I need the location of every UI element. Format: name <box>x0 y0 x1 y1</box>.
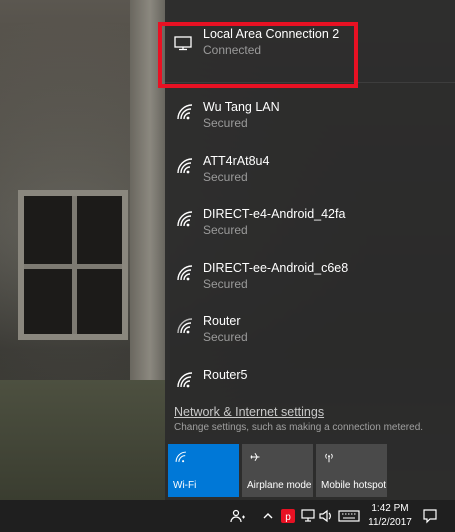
wifi-icon <box>177 318 193 334</box>
network-item-ethernet[interactable]: Local Area Connection 2 Connected <box>165 18 455 82</box>
wifi-icon <box>175 451 186 463</box>
mobile-hotspot-tile[interactable]: Mobile hotspot <box>316 444 387 497</box>
tile-label: Wi-Fi <box>173 480 197 491</box>
tile-label: Mobile hotspot <box>321 480 387 491</box>
network-settings-section: Network & Internet settings Change setti… <box>174 405 423 433</box>
network-status: Connected <box>203 43 262 57</box>
network-item[interactable]: DIRECT-e4-Android_42fa Secured <box>165 198 455 252</box>
quick-action-tiles: Wi-Fi Airplane mode Mobile hotspot <box>168 444 387 497</box>
network-status: Secured <box>203 116 248 130</box>
network-item[interactable]: ATT4rAt8u4 Secured <box>165 145 455 199</box>
hotspot-icon <box>325 453 333 463</box>
divider <box>165 82 455 83</box>
clock[interactable]: 1:42 PM 11/2/2017 <box>365 502 415 530</box>
network-name: DIRECT-e4-Android_42fa <box>203 207 346 221</box>
taskbar: p 1:42 PM 11/2/2017 <box>0 500 455 532</box>
network-name: Local Area Connection 2 <box>203 27 340 41</box>
clock-time: 1:42 PM <box>371 503 409 514</box>
background-window <box>18 190 128 340</box>
tile-label: Airplane mode <box>247 480 312 491</box>
network-name: Wu Tang LAN <box>203 100 280 114</box>
airplane-mode-tile[interactable]: Airplane mode <box>242 444 313 497</box>
volume-icon[interactable] <box>318 508 334 524</box>
ethernet-icon <box>174 36 192 51</box>
network-name: Router5 <box>203 367 248 382</box>
clock-date: 11/2/2017 <box>368 517 412 528</box>
network-status: Secured <box>203 276 248 291</box>
network-item[interactable]: Router5 <box>165 359 455 399</box>
network-status: Secured <box>203 330 248 344</box>
wifi-icon <box>177 371 193 387</box>
background-ground <box>0 380 170 500</box>
network-name: DIRECT-ee-Android_c6e8 <box>203 260 349 275</box>
network-status: Secured <box>203 169 248 184</box>
network-settings-link[interactable]: Network & Internet settings <box>174 405 423 419</box>
people-icon[interactable] <box>230 508 246 524</box>
network-name: Router <box>203 314 241 328</box>
network-item[interactable]: Router Secured <box>165 305 455 359</box>
wifi-icon <box>177 104 193 120</box>
action-center-icon[interactable] <box>422 508 438 524</box>
wifi-icon <box>177 264 193 280</box>
wifi-icon <box>177 211 193 227</box>
svg-text:p: p <box>285 512 291 523</box>
network-icon[interactable] <box>300 508 316 524</box>
airplane-icon <box>250 452 260 462</box>
wifi-icon <box>177 157 193 173</box>
network-list: Local Area Connection 2 Connected Wu Tan… <box>165 18 455 399</box>
keyboard-icon[interactable] <box>338 508 360 524</box>
network-name: ATT4rAt8u4 <box>203 153 270 168</box>
network-flyout: Local Area Connection 2 Connected Wu Tan… <box>165 0 455 500</box>
app-red-icon[interactable]: p <box>280 508 296 524</box>
network-item[interactable]: DIRECT-ee-Android_c6e8 Secured <box>165 252 455 306</box>
chevron-up-icon[interactable] <box>260 508 276 524</box>
network-item[interactable]: Wu Tang LAN Secured <box>165 91 455 145</box>
network-status: Secured <box>203 223 248 237</box>
network-settings-subtitle: Change settings, such as making a connec… <box>174 422 424 433</box>
wifi-tile[interactable]: Wi-Fi <box>168 444 239 497</box>
